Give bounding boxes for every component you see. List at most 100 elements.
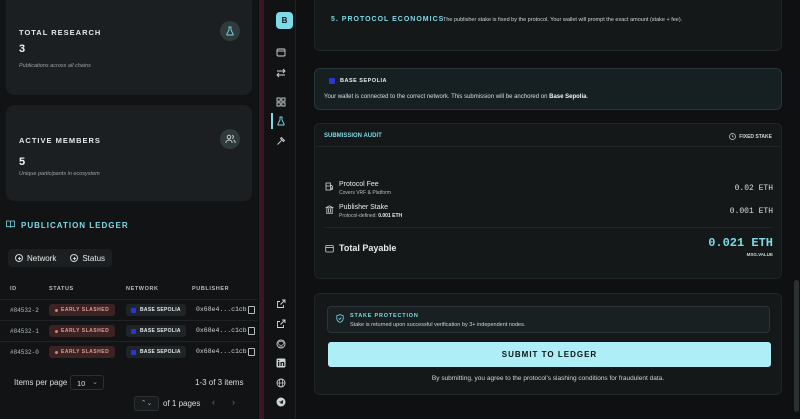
base-network-icon [131,328,136,334]
external-link-icon[interactable] [275,318,287,330]
fuel-icon [325,182,333,191]
book-icon [6,220,15,230]
protocol-economics-section: 5. PROTOCOL ECONOMICS The publisher stak… [314,0,782,51]
pagination-of-pages: of 1 pages [163,399,201,408]
copy-icon[interactable] [248,327,255,335]
protection-text: Stake is returned upon successful verifi… [350,322,526,328]
section-text: The publisher stake is fixed by the prot… [443,17,683,23]
globe-icon[interactable] [275,377,287,389]
status-badge: EARLY SLASHED [49,304,116,316]
wallet-icon[interactable] [275,46,287,58]
network-message: Your wallet is connected to the correct … [324,94,589,100]
items-per-page-label: Items per page [14,378,68,387]
ledger-heading: PUBLICATION LEDGER [6,220,129,230]
plus-circle-icon [70,254,79,262]
stat-label: ACTIVE MEMBERS [19,136,101,145]
stake-protection-notice: STAKE PROTECTION Stake is returned upon … [327,306,770,333]
telegram-icon[interactable] [275,396,287,408]
flask-icon[interactable] [271,113,287,129]
submission-audit: SUBMISSION AUDIT FIXED STAKE Protocol Fe… [314,123,782,279]
chevron-down-icon: ⌄ [92,379,98,386]
next-page-icon[interactable]: › [232,397,235,407]
network-notice: BASE SEPOLIA Your wallet is connected to… [314,68,782,110]
stat-sub: Publications across all chains [19,63,91,69]
items-per-page-select[interactable]: 10 ⌄ [70,375,104,390]
row-id: #84532-1 [10,328,39,335]
publisher-address: 0x68e4...c1cb [196,306,247,313]
prev-page-icon[interactable]: ‹ [212,397,215,407]
total-value: 0.021 ETH [708,236,773,250]
github-icon[interactable] [275,338,287,350]
fee-name: Protocol Fee [339,181,379,188]
audit-title: SUBMISSION AUDIT [324,133,382,139]
row-id: #84532-2 [10,307,39,314]
status-badge: EARLY SLASHED [49,325,116,337]
copy-icon[interactable] [248,306,255,314]
swap-icon[interactable] [275,67,287,79]
row-id: #84532-0 [10,349,39,356]
section-heading: 5. PROTOCOL ECONOMICS [331,16,445,23]
publisher-address: 0x68e4...c1cb [196,327,247,334]
app-logo[interactable]: B [276,12,293,29]
publisher-address: 0x68e4...c1cb [196,348,247,355]
submit-disclaimer: By submitting, you agree to the protocol… [431,375,665,382]
base-network-icon [131,307,136,313]
filter-status-button[interactable]: Status [63,249,112,267]
stat-card-total-research: TOTAL RESEARCH 3 Publications across all… [6,0,252,95]
base-network-icon [131,349,136,355]
table-row[interactable]: #84532-0 EARLY SLASHED BASE SEPOLIA 0x68… [0,341,258,362]
page-number-select[interactable]: 1⌃⌄ [134,396,159,411]
fee-desc: Covers VRF & Platform [339,190,391,196]
pagination-range: 1-3 of 3 items [195,378,244,387]
fee-value: 0.02 ETH [734,184,773,193]
total-name: Total Payable [339,243,397,253]
scrollbar[interactable] [793,0,800,419]
network-tag: BASE SEPOLIA [329,78,387,84]
left-panel: TOTAL RESEARCH 3 Publications across all… [0,0,258,419]
stake-desc: Protocol-defined: 0.001 ETH [339,213,403,219]
app-root: TOTAL RESEARCH 3 Publications across all… [0,0,800,419]
main-content: 5. PROTOCOL ECONOMICS The publisher stak… [297,0,793,419]
column-header-id: ID [10,286,17,292]
total-note: MSG.VALUE [746,252,773,257]
submit-section: STAKE PROTECTION Stake is returned upon … [314,293,782,395]
stake-value: 0.001 ETH [729,207,773,216]
stat-sub: Unique participants in ecosystem [19,171,100,177]
clock-icon [729,133,737,140]
filter-label: Status [82,253,106,263]
stat-value: 3 [19,43,26,55]
shield-check-icon [336,314,344,323]
ledger-title: PUBLICATION LEDGER [21,220,129,230]
network-badge: BASE SEPOLIA [126,325,186,337]
filter-network-button[interactable]: Network [8,249,63,267]
flask-icon [220,21,240,41]
table-row[interactable]: #84532-1 EARLY SLASHED BASE SEPOLIA 0x68… [0,320,258,341]
column-header-status: STATUS [49,286,74,292]
audit-header: SUBMISSION AUDIT FIXED STAKE [315,124,781,147]
stake-name: Publisher Stake [339,204,389,211]
submit-to-ledger-button[interactable]: SUBMIT TO LEDGER [328,342,771,367]
filter-label: Network [27,253,57,263]
base-network-icon [329,78,335,84]
status-badge: EARLY SLASHED [49,346,116,358]
hammer-icon[interactable] [275,135,287,147]
protection-title: STAKE PROTECTION [350,313,419,319]
bank-icon [325,205,334,214]
stat-label: TOTAL RESEARCH [19,28,102,37]
linkedin-icon[interactable] [275,357,287,369]
divider [325,227,773,228]
column-header-publisher: PUBLISHER [192,286,230,292]
icon-rail: B [264,0,296,419]
table-row[interactable]: #84532-2 EARLY SLASHED BASE SEPOLIA 0x68… [0,299,258,320]
filter-bar: Network Status [8,249,113,267]
wallet-icon [325,245,334,253]
scrollbar-thumb[interactable] [794,280,799,412]
fixed-stake-badge: FIXED STAKE [729,133,772,140]
copy-icon[interactable] [248,348,255,356]
grid-icon[interactable] [275,96,287,108]
network-badge: BASE SEPOLIA [126,304,186,316]
stat-value: 5 [19,156,26,168]
external-link-icon[interactable] [275,298,287,310]
plus-circle-icon [15,254,23,262]
users-icon [220,129,240,149]
